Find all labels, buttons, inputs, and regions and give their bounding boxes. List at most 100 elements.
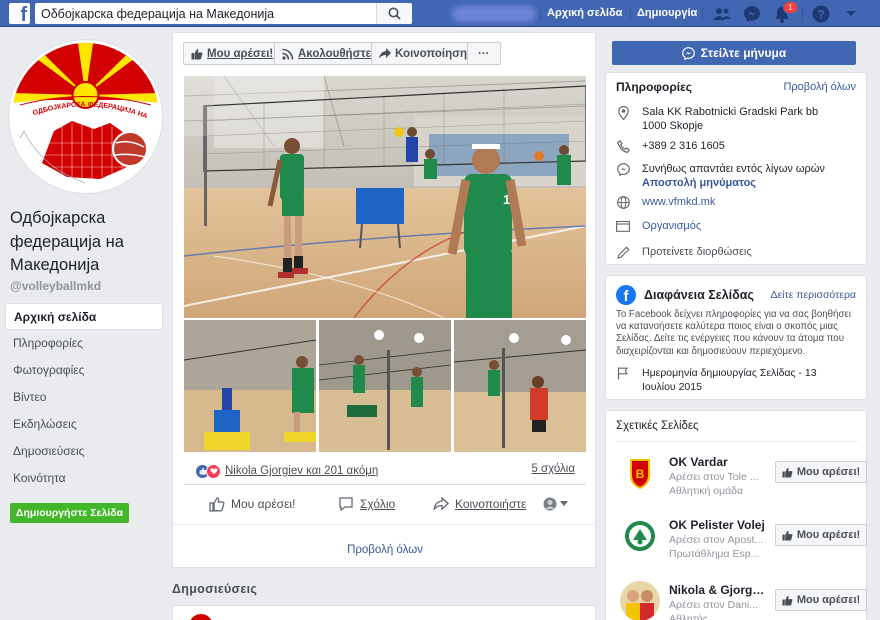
leftnav-item-videos[interactable]: Βίντεο <box>5 384 163 411</box>
related-page-liked-by: Αρέσει στον Apost... <box>669 534 763 546</box>
creation-date-row: Ημερομηνία δημιουργίας Σελίδας - 13 Ιουλ… <box>616 366 846 394</box>
leftnav-item-home[interactable]: Αρχική σελίδα <box>5 303 163 330</box>
create-page-button[interactable]: Δημιουργήστε Σελίδα <box>10 503 129 523</box>
transparency-see-more-link[interactable]: Δείτε περισσότερα <box>770 289 856 301</box>
related-like-label: Μου αρέσει! <box>796 529 861 541</box>
related-like-label: Μου αρέσει! <box>796 466 861 478</box>
related-page-name[interactable]: OK Vardar <box>669 455 765 469</box>
response-row: Συνήθως απαντάει εντός λίγων ωρών Αποστο… <box>616 162 856 190</box>
post-main-photo[interactable]: 1 <box>184 76 586 318</box>
post-thumbnail-3[interactable] <box>454 320 586 452</box>
info-card: Πληροφορίες Προβολή όλων Sala KK Rabotni… <box>605 72 867 265</box>
related-page-item[interactable]: Nikola & Gjorgi... Αρέσει στον Dani... Α… <box>616 581 867 620</box>
training-thumbnail <box>184 320 316 452</box>
suggest-edits-link[interactable]: Προτείνετε διορθώσεις <box>642 245 752 259</box>
related-page-liked-by: Αρέσει στον Tole ... <box>669 471 759 483</box>
ok-vardar-logo-icon[interactable]: B <box>620 453 660 493</box>
leftnav-item-events[interactable]: Εκδηλώσεις <box>5 411 163 438</box>
reactions-divider <box>184 484 586 485</box>
nav-create-link[interactable]: Δημιουργία <box>637 7 697 19</box>
related-page-item[interactable]: OK Pelister Volej Αρέσει στον Apost... Π… <box>616 516 867 568</box>
avatar[interactable] <box>189 614 213 620</box>
related-page-item[interactable]: B OK Vardar Αρέσει στον Tole ... Αθλητικ… <box>616 453 867 505</box>
related-like-button[interactable]: Μου αρέσει! <box>775 524 867 546</box>
divider <box>616 441 858 442</box>
related-page-category: Αθλητής <box>669 613 708 620</box>
friend-requests-icon[interactable] <box>712 4 732 24</box>
nav-home-link[interactable]: Αρχική σελίδα <box>547 7 622 19</box>
website-link[interactable]: www.vfmkd.mk <box>642 195 715 209</box>
comments-count[interactable]: 5 σχόλια <box>531 463 575 475</box>
phone-number[interactable]: +389 2 316 1605 <box>642 139 725 153</box>
related-like-button[interactable]: Μου αρέσει! <box>775 461 867 483</box>
related-like-button[interactable]: Μου αρέσει! <box>775 589 867 611</box>
suggest-edits-row: Προτείνετε διορθώσεις <box>616 245 856 259</box>
thumbs-up-icon <box>782 530 793 541</box>
info-see-all-link[interactable]: Προβολή όλων <box>783 81 856 93</box>
related-pages-card: Σχετικές Σελίδες B OK Vardar Αρέσει στον… <box>605 410 867 620</box>
training-thumbnail <box>454 320 586 452</box>
profile-name-blurred[interactable] <box>452 6 536 22</box>
send-message-link[interactable]: Αποστολή μηνύματος <box>642 176 825 190</box>
page-profile-picture[interactable]: ОДБОЈКАРСКА ФЕДЕРАЦИЈА НА МАКЕДОНИЈА <box>9 40 162 193</box>
svg-text:?: ? <box>817 8 824 22</box>
post-like-label: Μου αρέσει! <box>231 497 296 511</box>
nikola-gjorgiev-avatar[interactable] <box>620 581 660 620</box>
post-like-button[interactable]: Μου αρέσει! <box>209 494 295 514</box>
leftnav-item-photos[interactable]: Φωτογραφίες <box>5 357 163 384</box>
send-message-button[interactable]: Στείλτε μήνυμα <box>612 41 856 65</box>
post-thumbnail-2[interactable] <box>319 320 451 452</box>
flag-icon <box>616 366 630 394</box>
chevron-down-icon <box>560 501 568 506</box>
leftnav-item-posts[interactable]: Δημοσιεύσεις <box>5 438 163 465</box>
thumbs-up-icon <box>782 467 793 478</box>
notifications-bell-icon[interactable]: 1 <box>772 1 798 24</box>
address-row: Sala KK Rabotnicki Gradski Park bb 1000 … <box>616 105 856 133</box>
share-page-button[interactable]: Κοινοποίηση <box>371 42 475 65</box>
see-all-photos-link[interactable]: Προβολή όλων <box>173 544 597 556</box>
reactions-names[interactable]: Nikola Gjorgiev και 201 ακόμη <box>225 465 378 477</box>
follow-page-button[interactable]: Ακολουθήστε <box>274 42 380 65</box>
top-navigation-bar: f Αρχική σελίδα Δημιουργία 1 ? <box>0 0 880 27</box>
search-box[interactable] <box>35 3 412 24</box>
thumbs-up-icon <box>191 48 203 59</box>
nav-divider <box>802 7 803 21</box>
related-page-name[interactable]: Nikola & Gjorgi... <box>669 583 765 597</box>
leftnav-item-about[interactable]: Πληροφορίες <box>5 330 163 357</box>
reactions-summary[interactable]: Nikola Gjorgiev και 201 ακόμη 5 σχόλια <box>195 462 575 480</box>
page-handle[interactable]: @volleyballmkd <box>10 279 101 293</box>
related-page-category: Πρωτάθλημα Esp... <box>669 548 760 560</box>
messenger-icon[interactable] <box>742 4 762 24</box>
comment-bubble-icon <box>339 497 353 512</box>
help-icon[interactable]: ? <box>811 4 831 24</box>
post-comment-button[interactable]: Σχόλιο <box>338 494 395 514</box>
audience-selector[interactable] <box>543 494 568 514</box>
leftnav-item-community[interactable]: Κοινότητα <box>5 465 163 492</box>
training-thumbnail <box>319 320 451 452</box>
nav-divider <box>702 7 703 21</box>
post-comment-label: Σχόλιο <box>360 497 396 511</box>
ok-pelister-logo-icon[interactable] <box>620 516 660 556</box>
share-arrow-icon <box>379 48 391 59</box>
related-page-name[interactable]: OK Pelister Volej <box>669 518 765 532</box>
address-line-2: 1000 Skopje <box>642 120 704 132</box>
rss-follow-icon <box>282 48 294 60</box>
more-options-button[interactable]: ··· <box>467 42 501 65</box>
post-share-button[interactable]: Κοινοποιήστε <box>433 494 526 514</box>
facebook-circle-icon: f <box>616 285 636 305</box>
search-button[interactable] <box>376 3 412 24</box>
share-arrow-icon <box>433 497 449 511</box>
phone-row: +389 2 316 1605 <box>616 139 856 153</box>
messenger-icon <box>616 162 630 190</box>
category-link[interactable]: Οργανισμός <box>642 219 701 233</box>
photo-post-card: 1 Nikola Gjorgiev και 201 ακόμη 5 σχόλια… <box>172 74 597 568</box>
post-thumbnail-1[interactable] <box>184 320 316 452</box>
account-menu-chevron-icon[interactable] <box>841 4 861 24</box>
avatar-globe-icon <box>543 497 557 511</box>
search-input[interactable] <box>35 4 375 23</box>
like-page-button[interactable]: Μου αρέσει! <box>183 42 282 65</box>
related-pages-title: Σχετικές Σελίδες <box>616 420 699 432</box>
post-share-label: Κοινοποιήστε <box>455 497 527 511</box>
facebook-logo-icon[interactable]: f <box>9 3 30 24</box>
next-post-card <box>172 605 596 620</box>
